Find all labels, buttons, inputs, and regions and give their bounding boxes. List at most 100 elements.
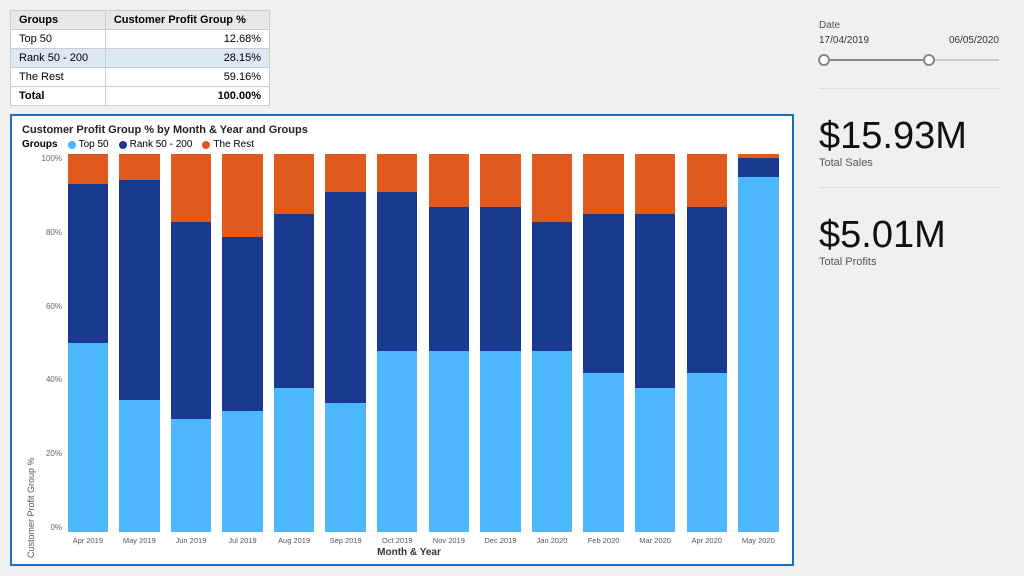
table-cell-group: The Rest <box>11 68 106 87</box>
bars-area: 0%20%40%60%80%100% <box>36 154 782 534</box>
bar-group <box>270 154 318 532</box>
y-tick-label: 0% <box>36 523 64 532</box>
x-label: Dec 2019 <box>477 536 525 545</box>
bar-segment-rank <box>68 184 108 343</box>
table-cell-value: 12.68% <box>105 30 269 49</box>
y-axis-label: Customer Profit Group % <box>22 154 36 558</box>
bar-segment-top50 <box>687 373 727 532</box>
date-slider[interactable] <box>819 50 999 70</box>
metric-total-profits: $5.01M Total Profits <box>819 216 946 268</box>
bar-group <box>580 154 628 532</box>
y-tick-label: 20% <box>36 449 64 458</box>
bar-segment-rest <box>68 154 108 184</box>
summary-table: Groups Customer Profit Group % Top 5012.… <box>10 10 270 106</box>
date-start: 17/04/2019 <box>819 35 869 46</box>
legend-label: Rank 50 - 200 <box>130 139 193 150</box>
table-cell-group: Top 50 <box>11 30 106 49</box>
bar-segment-rank <box>635 214 675 388</box>
bar-segment-top50 <box>738 177 778 532</box>
bar-segment-rest <box>583 154 623 214</box>
bar-segment-rest <box>171 154 211 222</box>
bar-segment-rest <box>635 154 675 214</box>
bar-segment-top50 <box>171 419 211 532</box>
bar-stack <box>377 154 417 532</box>
chart-area: Customer Profit Group % 0%20%40%60%80%10… <box>22 154 782 558</box>
legend-groups-label: Groups <box>22 139 58 150</box>
bar-segment-rank <box>171 222 211 419</box>
bar-segment-rank <box>274 214 314 388</box>
left-panel: Groups Customer Profit Group % Top 5012.… <box>10 10 794 566</box>
bar-group <box>528 154 576 532</box>
right-panel: Date 17/04/2019 06/05/2020 $15.93M Total… <box>804 10 1014 566</box>
x-label: Jun 2019 <box>167 536 215 545</box>
bar-segment-top50 <box>635 388 675 532</box>
bar-group <box>116 154 164 532</box>
legend-item: The Rest <box>202 139 254 150</box>
bar-segment-rest <box>119 154 159 180</box>
x-label: May 2020 <box>735 536 783 545</box>
bar-segment-top50 <box>68 343 108 532</box>
legend-label: The Rest <box>213 139 254 150</box>
bar-group <box>425 154 473 532</box>
date-end: 06/05/2020 <box>949 35 999 46</box>
legend-dot <box>119 141 127 149</box>
bar-segment-top50 <box>325 403 365 532</box>
metric-total-sales: $15.93M Total Sales <box>819 117 967 169</box>
bar-group <box>735 154 783 532</box>
bar-segment-top50 <box>274 388 314 532</box>
bar-stack <box>119 154 159 532</box>
bar-segment-top50 <box>222 411 262 532</box>
bar-segment-rank <box>429 207 469 351</box>
bar-stack <box>738 154 778 532</box>
bar-segment-top50 <box>480 351 520 532</box>
bar-segment-rank <box>325 192 365 404</box>
x-axis-title: Month & Year <box>36 547 782 558</box>
legend-item: Top 50 <box>68 139 109 150</box>
total-sales-label: Total Sales <box>819 157 967 169</box>
chart-title: Customer Profit Group % by Month & Year … <box>22 124 782 136</box>
y-tick-label: 80% <box>36 228 64 237</box>
table-cell-value: 59.16% <box>105 68 269 87</box>
bar-segment-rest <box>532 154 572 222</box>
col-header-groups: Groups <box>11 11 106 30</box>
x-label: Apr 2020 <box>683 536 731 545</box>
bar-segment-rank <box>687 207 727 373</box>
bar-stack <box>274 154 314 532</box>
legend-dot <box>68 141 76 149</box>
bar-group <box>683 154 731 532</box>
table-cell-group: Rank 50 - 200 <box>11 49 106 68</box>
legend-item: Rank 50 - 200 <box>119 139 193 150</box>
bar-segment-rest <box>377 154 417 192</box>
x-label: Sep 2019 <box>322 536 370 545</box>
table-cell-value: 100.00% <box>105 87 269 106</box>
slider-range <box>819 59 927 61</box>
bar-group <box>322 154 370 532</box>
slider-track <box>819 59 999 61</box>
slider-handle-right[interactable] <box>923 54 935 66</box>
bar-segment-rank <box>222 237 262 411</box>
bar-group <box>64 154 112 532</box>
bar-segment-rest <box>429 154 469 207</box>
bar-stack <box>171 154 211 532</box>
bar-stack <box>532 154 572 532</box>
chart-inner: 0%20%40%60%80%100% Apr 2019May 2019Jun 2… <box>36 154 782 558</box>
main-container: Groups Customer Profit Group % Top 5012.… <box>0 0 1024 576</box>
total-profits-label: Total Profits <box>819 256 946 268</box>
bar-segment-top50 <box>583 373 623 532</box>
x-label: Oct 2019 <box>373 536 421 545</box>
bar-segment-rest <box>687 154 727 207</box>
col-header-pct: Customer Profit Group % <box>105 11 269 30</box>
x-label: Aug 2019 <box>270 536 318 545</box>
bar-segment-rest <box>480 154 520 207</box>
bar-group <box>631 154 679 532</box>
slider-handle-left[interactable] <box>818 54 830 66</box>
bar-segment-rest <box>325 154 365 192</box>
x-label: Feb 2020 <box>580 536 628 545</box>
y-tick-label: 60% <box>36 302 64 311</box>
bar-segment-rank <box>583 214 623 373</box>
x-label: May 2019 <box>116 536 164 545</box>
legend-label: Top 50 <box>79 139 109 150</box>
bar-stack <box>325 154 365 532</box>
bar-segment-rank <box>738 158 778 177</box>
table-cell-value: 28.15% <box>105 49 269 68</box>
